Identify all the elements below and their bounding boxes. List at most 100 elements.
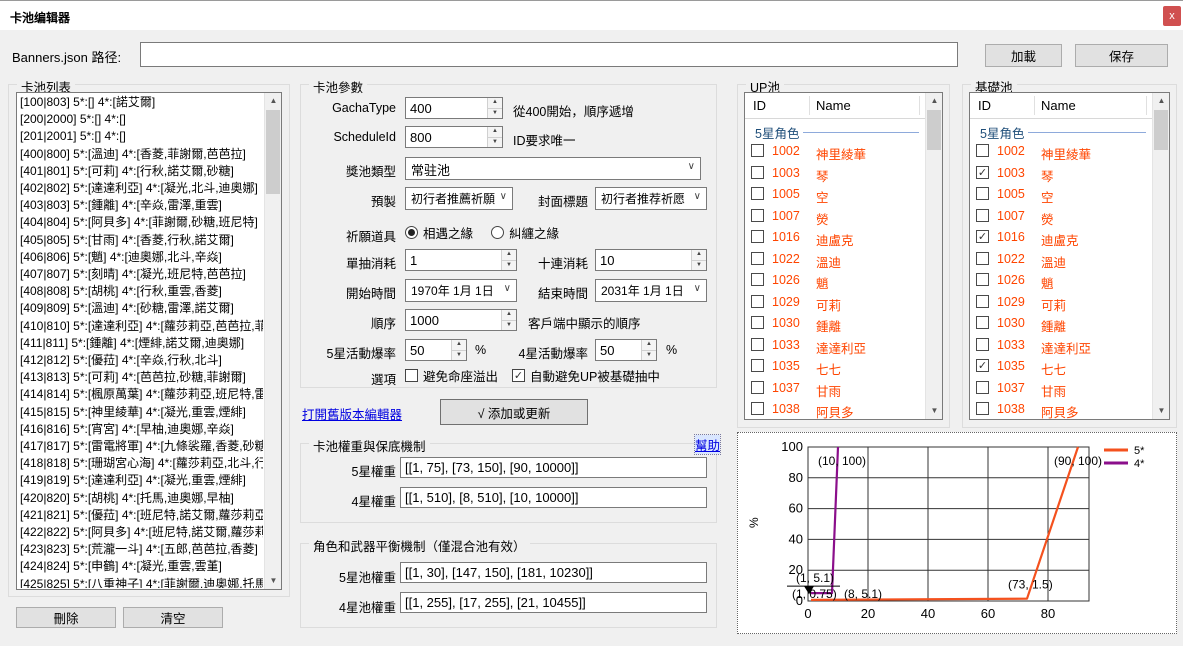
scroll-down-icon[interactable]: ▼: [265, 573, 282, 589]
pool-row[interactable]: 1030鍾離: [745, 313, 925, 335]
spin-down-icon[interactable]: ▼: [691, 260, 706, 270]
list-item[interactable]: [425|825] 5*:[八重神子] 4*:[菲謝爾,迪奧娜,托馬]: [20, 576, 263, 588]
list-item[interactable]: [404|804] 5*:[阿貝多] 4*:[菲謝爾,砂糖,班尼特]: [20, 214, 263, 231]
pool-row[interactable]: 1029可莉: [970, 292, 1152, 314]
checkbox-icon[interactable]: [751, 359, 764, 372]
list-item[interactable]: [400|800] 5*:[溫迪] 4*:[香菱,菲謝爾,芭芭拉]: [20, 146, 263, 163]
pool-row[interactable]: 1005空: [970, 184, 1152, 206]
checkbox-checked-icon[interactable]: ✓: [976, 230, 989, 243]
spin-down-icon[interactable]: ▼: [487, 108, 502, 118]
pool-row[interactable]: 1003琴: [745, 163, 925, 185]
checkbox-icon[interactable]: [976, 402, 989, 415]
checkbox-icon[interactable]: [976, 252, 989, 265]
fivestar-pool-weight-input[interactable]: [400, 562, 707, 583]
list-item[interactable]: [413|813] 5*:[可莉] 4*:[芭芭拉,砂糖,菲謝爾]: [20, 369, 263, 386]
pool-row[interactable]: 1038阿貝多: [745, 399, 925, 419]
checkbox-icon[interactable]: [976, 209, 989, 222]
checkbox-checked-icon[interactable]: ✓: [976, 359, 989, 372]
list-item[interactable]: [417|817] 5*:[雷電將軍] 4*:[九條裟羅,香菱,砂糖]: [20, 438, 263, 455]
tencost-spinner[interactable]: ▲▼: [595, 249, 707, 271]
checkbox-icon[interactable]: [976, 144, 989, 157]
checkbox-icon[interactable]: [751, 381, 764, 394]
pooltype-select[interactable]: 常驻池 ∨: [405, 157, 701, 180]
spin-up-icon[interactable]: ▲: [487, 98, 502, 108]
fourstar-rate-input[interactable]: [596, 340, 640, 360]
list-item[interactable]: [412|812] 5*:[優菈] 4*:[辛焱,行秋,北斗]: [20, 352, 263, 369]
clear-button[interactable]: 清空: [123, 607, 223, 628]
list-item[interactable]: [401|801] 5*:[可莉] 4*:[行秋,諾艾爾,砂糖]: [20, 163, 263, 180]
spin-down-icon[interactable]: ▼: [641, 350, 656, 360]
spin-down-icon[interactable]: ▼: [451, 350, 466, 360]
fivestar-rate-input[interactable]: [406, 340, 450, 360]
pool-row[interactable]: ✓1003琴: [970, 163, 1152, 185]
checkbox-icon[interactable]: [976, 273, 989, 286]
spin-up-icon[interactable]: ▲: [641, 340, 656, 350]
scroll-up-icon[interactable]: ▲: [1153, 93, 1170, 109]
checkbox-icon[interactable]: [751, 252, 764, 265]
tencost-input[interactable]: [596, 250, 690, 270]
checkbox-icon[interactable]: [751, 273, 764, 286]
gachatype-input[interactable]: [406, 98, 486, 118]
list-item[interactable]: [410|810] 5*:[達達利亞] 4*:[蘿莎莉亞,芭芭拉,菲謝爾]: [20, 318, 263, 335]
pool-row[interactable]: 1022溫迪: [745, 249, 925, 271]
order-input[interactable]: [406, 310, 500, 330]
checkbox-auto-avoid-up-in-base[interactable]: ✓ 自動避免UP被基礎抽中: [512, 366, 660, 385]
checkbox-icon[interactable]: [751, 295, 764, 308]
scroll-down-icon[interactable]: ▼: [926, 403, 943, 419]
spin-down-icon[interactable]: ▼: [501, 320, 516, 330]
delete-button[interactable]: 刪除: [16, 607, 116, 628]
checkbox-icon[interactable]: [751, 338, 764, 351]
list-item[interactable]: [423|823] 5*:[荒瀧一斗] 4*:[五郎,芭芭拉,香菱]: [20, 541, 263, 558]
close-icon[interactable]: x: [1163, 6, 1181, 26]
scroll-thumb[interactable]: [1154, 110, 1168, 150]
pool-row[interactable]: ✓1016迪盧克: [970, 227, 1152, 249]
checkbox-icon[interactable]: [751, 230, 764, 243]
list-item[interactable]: [200|2000] 5*:[] 4*:[]: [20, 111, 263, 128]
checkbox-icon[interactable]: [751, 166, 764, 179]
pool-row[interactable]: 1016迪盧克: [745, 227, 925, 249]
scroll-down-icon[interactable]: ▼: [1153, 403, 1170, 419]
checkbox-icon[interactable]: [751, 144, 764, 157]
list-item[interactable]: [415|815] 5*:[神里綾華] 4*:[凝光,重雲,煙緋]: [20, 404, 263, 421]
fourstar-rate-spinner[interactable]: ▲▼: [595, 339, 657, 361]
pool-row[interactable]: 1022溫迪: [970, 249, 1152, 271]
up-pool-scrollbar[interactable]: ▲ ▼: [925, 93, 942, 419]
list-item[interactable]: [405|805] 5*:[甘雨] 4*:[香菱,行秋,諾艾爾]: [20, 232, 263, 249]
spin-up-icon[interactable]: ▲: [487, 127, 502, 137]
pool-row[interactable]: 1033達達利亞: [970, 335, 1152, 357]
endtime-picker[interactable]: 2031年 1月 1日 ∨: [595, 279, 707, 302]
scroll-up-icon[interactable]: ▲: [926, 93, 943, 109]
pool-row[interactable]: 1033達達利亞: [745, 335, 925, 357]
checkbox-icon[interactable]: [976, 316, 989, 329]
checkbox-avoid-constellation-overflow[interactable]: 避免命座溢出: [405, 366, 498, 385]
scheduleid-input[interactable]: [406, 127, 486, 147]
list-item[interactable]: [411|811] 5*:[鍾離] 4*:[煙緋,諾艾爾,迪奧娜]: [20, 335, 263, 352]
pool-row[interactable]: 1037甘雨: [970, 378, 1152, 400]
checkbox-icon[interactable]: [751, 316, 764, 329]
checkbox-icon[interactable]: [976, 381, 989, 394]
spin-down-icon[interactable]: ▼: [487, 137, 502, 147]
scroll-up-icon[interactable]: ▲: [265, 93, 282, 109]
pool-row[interactable]: 1007熒: [745, 206, 925, 228]
list-item[interactable]: [414|814] 5*:[楓原萬葉] 4*:[蘿莎莉亞,班尼特,雷澤]: [20, 386, 263, 403]
radio-encounter-fate[interactable]: 相遇之緣: [405, 223, 473, 242]
checkbox-checked-icon[interactable]: ✓: [976, 166, 989, 179]
pool-row[interactable]: 1038阿貝多: [970, 399, 1152, 419]
scroll-thumb[interactable]: [927, 110, 941, 150]
list-item[interactable]: [421|821] 5*:[優菈] 4*:[班尼特,諾艾爾,蘿莎莉亞]: [20, 507, 263, 524]
checkbox-icon[interactable]: [751, 209, 764, 222]
list-item[interactable]: [420|820] 5*:[胡桃] 4*:[托馬,迪奧娜,早柚]: [20, 490, 263, 507]
help-link[interactable]: 幫助: [695, 435, 720, 454]
list-item[interactable]: [409|809] 5*:[溫迪] 4*:[砂糖,雷澤,諾艾爾]: [20, 300, 263, 317]
checkbox-icon[interactable]: [751, 187, 764, 200]
pool-row[interactable]: 1002神里綾華: [745, 141, 925, 163]
list-item[interactable]: [419|819] 5*:[達達利亞] 4*:[凝光,重雲,煙緋]: [20, 472, 263, 489]
pool-row[interactable]: 1005空: [745, 184, 925, 206]
fourstar-weight-input[interactable]: [400, 487, 707, 508]
load-button[interactable]: 加載: [985, 44, 1062, 67]
base-pool-scrollbar[interactable]: ▲ ▼: [1152, 93, 1169, 419]
scheduleid-spinner[interactable]: ▲▼: [405, 126, 503, 148]
pool-listbox[interactable]: [100|803] 5*:[] 4*:[諾艾爾][200|2000] 5*:[]…: [16, 92, 282, 590]
pool-row[interactable]: 1037甘雨: [745, 378, 925, 400]
order-spinner[interactable]: ▲▼: [405, 309, 517, 331]
